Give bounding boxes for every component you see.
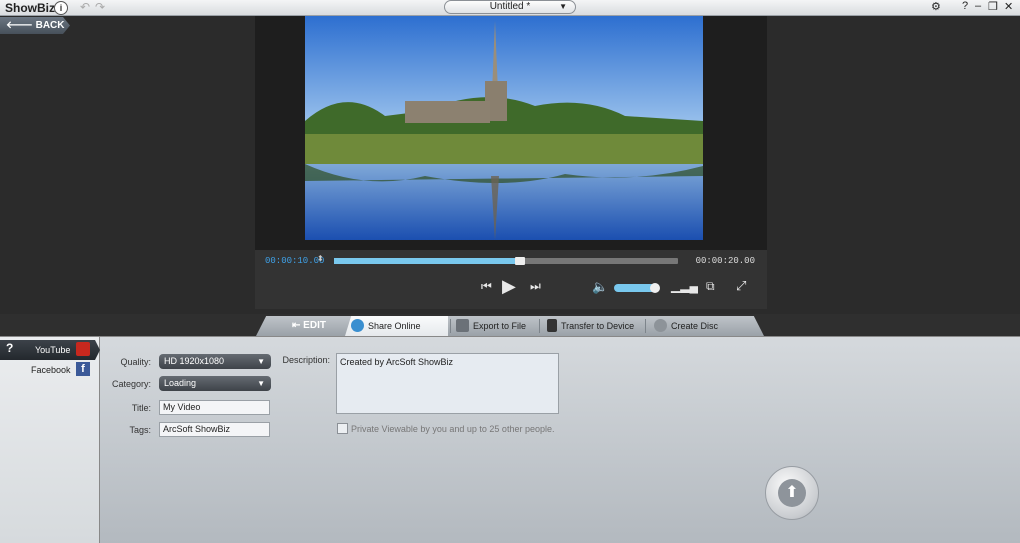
- film-icon: [456, 319, 469, 332]
- help-icon[interactable]: ?: [962, 0, 968, 12]
- tab-create-disc[interactable]: Create Disc: [654, 316, 718, 336]
- undo-icon[interactable]: ↶: [80, 0, 90, 14]
- youtube-icon: [76, 342, 90, 356]
- seek-bar-fill: [334, 258, 520, 264]
- chevron-down-icon: ▼: [257, 379, 265, 388]
- project-title-dropdown[interactable]: Untitled * ▼: [444, 0, 576, 14]
- volume-slider[interactable]: [614, 283, 661, 293]
- quality-label: Quality:: [120, 357, 151, 367]
- gear-icon[interactable]: ⚙: [931, 0, 941, 13]
- info-icon[interactable]: i: [54, 1, 68, 15]
- player-controls: 00:00:10.00 ⬍ 00:00:20.00 ⏮ ▶ ⏭ 🔈 ▁▂▄ ⧉ …: [255, 250, 767, 309]
- video-preview[interactable]: [305, 16, 703, 240]
- tab-divider: [539, 319, 540, 333]
- fullscreen-icon[interactable]: ⤢: [736, 278, 746, 294]
- disc-icon: [654, 319, 667, 332]
- description-label: Description:: [282, 355, 330, 365]
- tab-share-label: Share Online: [368, 321, 421, 331]
- tags-field[interactable]: ArcSoft ShowBiz: [159, 422, 270, 437]
- tab-transfer-to-device[interactable]: Transfer to Device: [547, 316, 634, 336]
- help-icon[interactable]: ?: [6, 341, 13, 355]
- title-field[interactable]: My Video: [159, 400, 270, 415]
- chevron-down-icon: ▼: [559, 2, 567, 11]
- private-checkbox[interactable]: [337, 423, 348, 434]
- category-dropdown[interactable]: Loading ▼: [159, 376, 271, 391]
- aspect-icon[interactable]: ⧉: [706, 279, 715, 294]
- device-icon: [547, 319, 557, 332]
- app-name: ShowBiz: [5, 1, 55, 15]
- globe-icon: [351, 319, 364, 332]
- upload-button[interactable]: ⬆: [765, 466, 819, 520]
- quality-dropdown[interactable]: HD 1920x1080 ▼: [159, 354, 271, 369]
- tab-export-to-file[interactable]: Export to File: [456, 316, 526, 336]
- tab-edit[interactable]: ⇤ EDIT: [292, 316, 326, 336]
- private-label: Private Viewable by you and up to 25 oth…: [351, 424, 555, 434]
- tab-divider: [450, 319, 451, 333]
- tab-divider: [645, 319, 646, 333]
- tab-export-label: Export to File: [473, 321, 527, 331]
- back-label: BACK: [35, 20, 65, 31]
- description-field[interactable]: Created by ArcSoft ShowBiz: [336, 353, 559, 414]
- sidebar-item-label: Facebook: [31, 365, 71, 375]
- previous-frame-icon[interactable]: ⏮: [481, 279, 492, 294]
- quality-value: HD 1920x1080: [164, 356, 225, 366]
- next-frame-icon[interactable]: ⏭: [530, 279, 541, 294]
- seek-bar-thumb[interactable]: [514, 257, 525, 265]
- volume-thumb[interactable]: [650, 283, 661, 293]
- seek-bar[interactable]: [334, 257, 678, 265]
- category-label: Category:: [111, 379, 151, 389]
- arrow-left-icon: 🡐: [6, 20, 36, 31]
- project-title: Untitled *: [489, 1, 531, 12]
- chevron-down-icon: ▼: [257, 357, 265, 366]
- edit-arrow-icon: ⇤: [292, 320, 304, 331]
- current-time[interactable]: 00:00:10.00: [265, 256, 324, 266]
- category-value: Loading: [164, 378, 197, 388]
- tags-label: Tags:: [129, 425, 151, 435]
- total-time: 00:00:20.00: [695, 256, 755, 266]
- tab-edit-label: EDIT: [303, 320, 326, 331]
- redo-icon[interactable]: ↷: [95, 0, 105, 14]
- minimize-icon[interactable]: –: [975, 0, 981, 12]
- tab-transfer-label: Transfer to Device: [561, 321, 635, 331]
- globe-upload-icon: ⬆: [778, 479, 806, 507]
- restore-icon[interactable]: ❐: [988, 0, 998, 13]
- bars-icon[interactable]: ▁▂▄: [671, 279, 698, 293]
- close-icon[interactable]: ✕: [1004, 0, 1013, 13]
- volume-icon[interactable]: 🔈: [592, 279, 608, 295]
- facebook-icon: f: [76, 362, 90, 376]
- title-label: Title:: [131, 403, 151, 413]
- video-frame: [305, 16, 703, 240]
- tab-disc-label: Create Disc: [671, 321, 719, 331]
- time-stepper-icon[interactable]: ⬍: [317, 254, 324, 263]
- play-icon[interactable]: ▶: [502, 276, 516, 297]
- sidebar-item-label: YouTube: [35, 345, 71, 355]
- back-button[interactable]: 🡐 BACK: [0, 17, 70, 34]
- title-bar: ShowBiz i ↶ ↷ Untitled * ▼ ⚙ ? – ❐ ✕: [0, 0, 1020, 16]
- tab-share-online[interactable]: Share Online: [345, 316, 448, 336]
